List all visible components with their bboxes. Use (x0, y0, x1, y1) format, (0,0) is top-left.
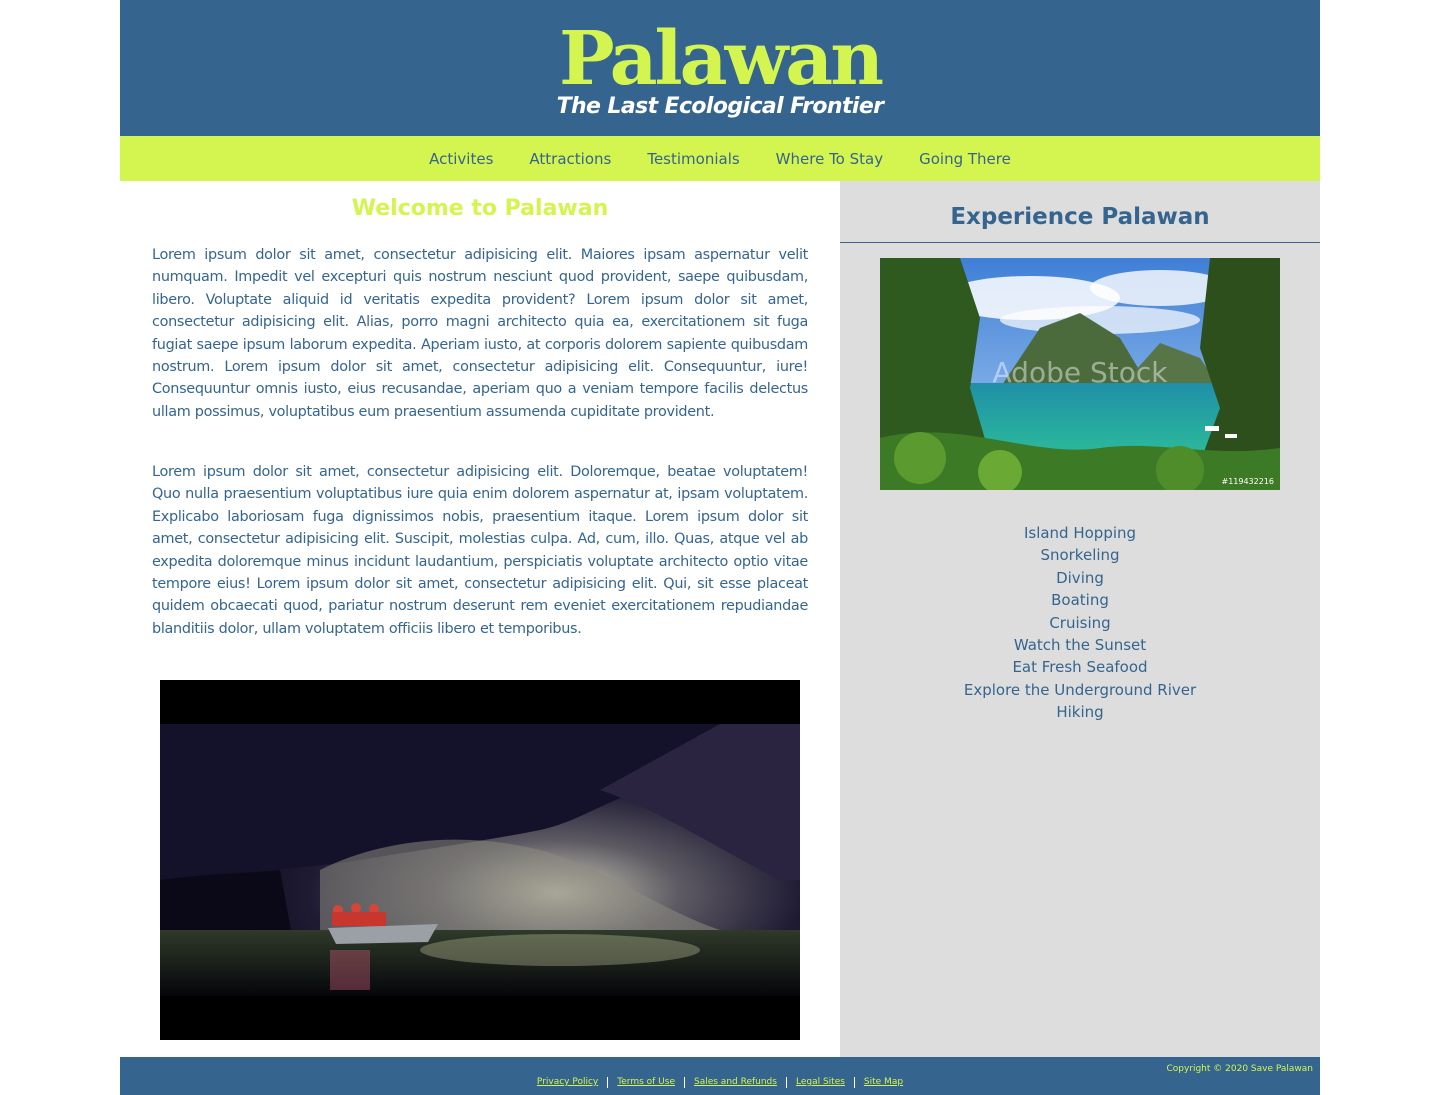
nav-item-going-there[interactable]: Going There (919, 150, 1011, 168)
footer-link-privacy-policy[interactable]: Privacy Policy (528, 1076, 607, 1088)
nav-item-where-to-stay[interactable]: Where To Stay (776, 150, 883, 168)
photo-watermark: Adobe Stock (992, 356, 1168, 389)
nav-item-activities[interactable]: Activites (429, 150, 493, 168)
page: Palawan The Last Ecological Frontier Act… (120, 0, 1320, 1095)
activities-list: Island Hopping Snorkeling Diving Boating… (840, 522, 1320, 724)
photo-stock-id: #119432216 (1221, 477, 1274, 486)
footer-link-legal-sites[interactable]: Legal Sites (787, 1076, 854, 1088)
footer-link-sales-and-refunds[interactable]: Sales and Refunds (685, 1076, 786, 1088)
footer-links: Privacy Policy Terms of Use Sales and Re… (120, 1076, 1320, 1088)
activity-item-hiking: Hiking (1056, 703, 1104, 722)
copyright-text: Copyright © 2020 Save Palawan (1166, 1064, 1313, 1074)
main-nav: Activites Attractions Testimonials Where… (120, 136, 1320, 181)
site-footer: Copyright © 2020 Save Palawan Privacy Po… (120, 1057, 1320, 1095)
intro-paragraph: Lorem ipsum dolor sit amet, consectetur … (152, 247, 808, 420)
site-header: Palawan The Last Ecological Frontier (120, 0, 1320, 136)
nav-item-testimonials[interactable]: Testimonials (647, 150, 739, 168)
activity-item-boating: Boating (1051, 591, 1109, 610)
cave-boat-image (160, 680, 800, 1040)
activity-item-cruising: Cruising (1049, 613, 1111, 632)
sidebar-heading: Experience Palawan (950, 204, 1210, 230)
main-content: Welcome to Palawan Lorem ipsum dolor sit… (120, 181, 840, 1057)
site-tagline: The Last Ecological Frontier (556, 94, 884, 119)
palawan-lagoon-photo: Adobe Stock #119432216 (880, 258, 1280, 490)
activity-item-sunset: Watch the Sunset (1013, 636, 1147, 655)
activity-item-snorkeling: Snorkeling (1040, 546, 1120, 565)
activity-item-island-hopping: Island Hopping (1023, 524, 1137, 542)
intro-paragraph-2: Lorem ipsum dolor sit amet, consectetur … (152, 464, 808, 637)
welcome-heading: Welcome to Palawan (351, 196, 609, 221)
activity-item-diving: Diving (1056, 568, 1104, 587)
footer-link-terms-of-use[interactable]: Terms of Use (608, 1076, 684, 1088)
activity-item-seafood: Eat Fresh Seafood (1012, 658, 1148, 677)
sidebar: Experience Palawan Adobe Stock #11943221… (840, 181, 1320, 1057)
footer-link-site-map[interactable]: Site Map (855, 1076, 912, 1088)
sidebar-divider (840, 242, 1320, 243)
underground-river-video[interactable] (160, 680, 800, 1040)
nav-item-attractions[interactable]: Attractions (529, 150, 611, 168)
activity-item-underground-river: Explore the Underground River (963, 680, 1197, 699)
